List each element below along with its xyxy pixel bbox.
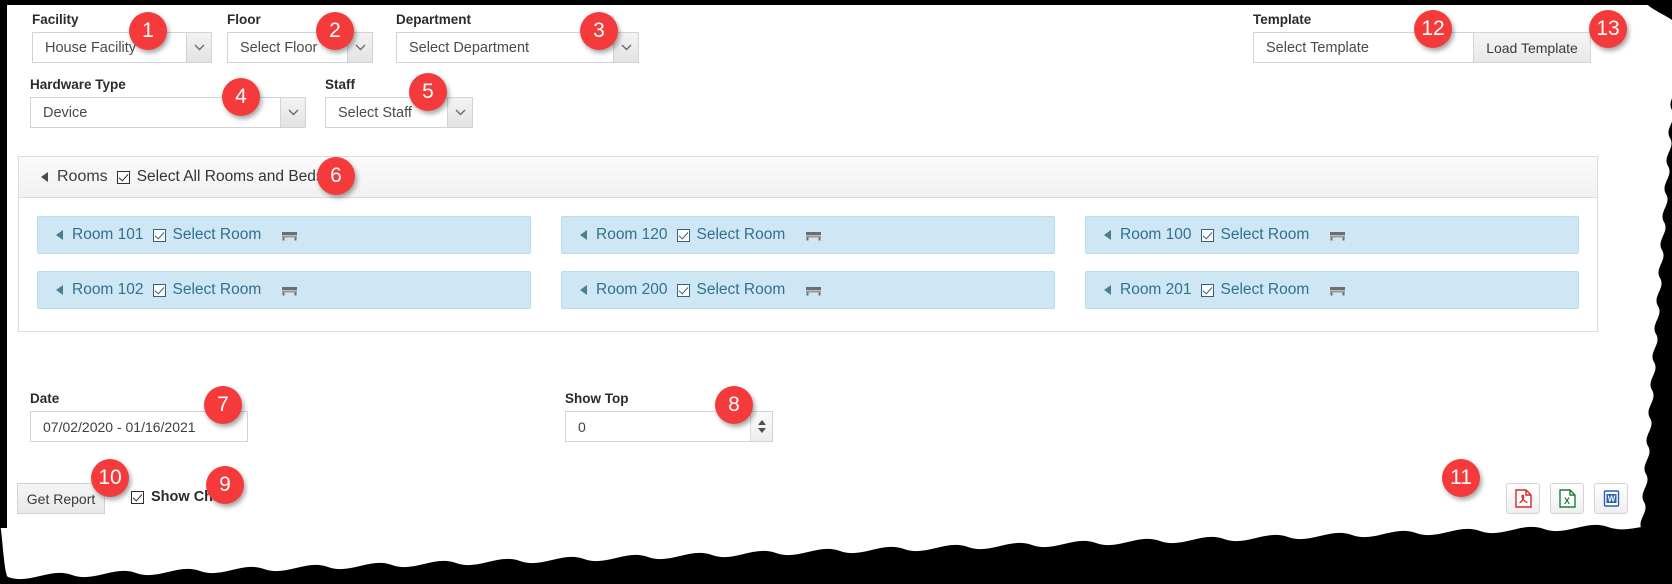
staff-select[interactable]: Select Staff bbox=[325, 97, 473, 128]
room-card[interactable]: Room 102 Select Room bbox=[37, 271, 531, 309]
hardware-type-label: Hardware Type bbox=[30, 77, 126, 92]
room-card[interactable]: Room 201 Select Room bbox=[1085, 271, 1579, 309]
room-name: Room 100 bbox=[1120, 226, 1192, 243]
stepper-down-icon[interactable] bbox=[757, 428, 766, 433]
svg-text:W: W bbox=[1607, 495, 1615, 504]
rooms-grid: Room 101 Select Room Room 120 Select Roo… bbox=[19, 198, 1597, 331]
facility-field-group: Facility House Facility bbox=[32, 12, 212, 63]
export-button-group: X W bbox=[1506, 483, 1628, 514]
get-report-button[interactable]: Get Report bbox=[17, 483, 105, 514]
select-room-checkbox[interactable] bbox=[1200, 283, 1214, 297]
select-room-label: Select Room bbox=[172, 226, 262, 243]
screenshot-top-border bbox=[0, 0, 1672, 5]
triangle-left-icon[interactable] bbox=[1104, 285, 1111, 295]
facility-select[interactable]: House Facility bbox=[32, 32, 212, 63]
triangle-left-icon[interactable] bbox=[56, 230, 63, 240]
annotation-badge-2: 2 bbox=[316, 12, 354, 50]
select-room-checkbox[interactable] bbox=[1200, 228, 1214, 242]
triangle-left-icon[interactable] bbox=[41, 172, 48, 182]
room-card[interactable]: Room 120 Select Room bbox=[561, 216, 1055, 254]
word-icon: W bbox=[1603, 490, 1619, 507]
pdf-icon bbox=[1514, 489, 1532, 508]
annotation-badge-5: 5 bbox=[409, 73, 447, 111]
bed-icon bbox=[806, 285, 822, 296]
room-name: Room 101 bbox=[72, 226, 144, 243]
template-label: Template bbox=[1253, 12, 1312, 27]
annotation-badge-12: 12 bbox=[1414, 10, 1452, 48]
annotation-badge-7: 7 bbox=[204, 386, 242, 424]
staff-field-group: Staff Select Staff bbox=[325, 77, 473, 128]
select-all-rooms-checkbox[interactable] bbox=[116, 170, 130, 184]
staff-label: Staff bbox=[325, 77, 355, 92]
template-select[interactable]: Select Template bbox=[1253, 32, 1503, 63]
template-field-group: Template Select Template bbox=[1253, 12, 1503, 63]
select-room-label: Select Room bbox=[696, 226, 786, 243]
annotation-badge-9: 9 bbox=[206, 466, 244, 504]
chevron-down-icon[interactable] bbox=[280, 98, 305, 127]
bed-icon bbox=[806, 230, 822, 241]
stepper-arrows[interactable] bbox=[750, 412, 772, 441]
select-room-checkbox[interactable] bbox=[152, 228, 166, 242]
room-card[interactable]: Room 100 Select Room bbox=[1085, 216, 1579, 254]
annotation-badge-11: 11 bbox=[1442, 459, 1480, 497]
annotation-badge-4: 4 bbox=[222, 78, 260, 116]
bed-icon bbox=[282, 230, 298, 241]
export-pdf-button[interactable] bbox=[1506, 483, 1540, 514]
annotation-badge-1: 1 bbox=[129, 12, 167, 50]
hardware-type-field-group: Hardware Type Device bbox=[30, 77, 306, 128]
torn-paper-bottom-edge bbox=[0, 524, 1672, 584]
export-word-button[interactable]: W bbox=[1594, 483, 1628, 514]
select-room-checkbox[interactable] bbox=[152, 283, 166, 297]
select-room-checkbox[interactable] bbox=[676, 283, 690, 297]
room-card[interactable]: Room 200 Select Room bbox=[561, 271, 1055, 309]
triangle-left-icon[interactable] bbox=[580, 285, 587, 295]
excel-icon: X bbox=[1558, 489, 1576, 508]
export-excel-button[interactable]: X bbox=[1550, 483, 1584, 514]
triangle-left-icon[interactable] bbox=[56, 285, 63, 295]
select-room-label: Select Room bbox=[1220, 226, 1310, 243]
triangle-left-icon[interactable] bbox=[1104, 230, 1111, 240]
load-template-button[interactable]: Load Template bbox=[1473, 32, 1591, 63]
chevron-down-icon[interactable] bbox=[447, 98, 472, 127]
annotation-badge-6: 6 bbox=[317, 157, 355, 195]
hardware-type-select[interactable]: Device bbox=[30, 97, 306, 128]
select-all-rooms-label: Select All Rooms and Beds bbox=[136, 168, 324, 185]
select-room-label: Select Room bbox=[1220, 281, 1310, 298]
select-room-checkbox[interactable] bbox=[676, 228, 690, 242]
report-filter-screen: Facility House Facility Floor Select Flo… bbox=[0, 0, 1672, 584]
select-room-label: Select Room bbox=[172, 281, 262, 298]
rooms-title: Rooms bbox=[57, 168, 108, 185]
select-room-label: Select Room bbox=[696, 281, 786, 298]
room-name: Room 201 bbox=[1120, 281, 1192, 298]
annotation-badge-3: 3 bbox=[580, 12, 618, 50]
annotation-badge-10: 10 bbox=[91, 459, 129, 497]
annotation-badge-13: 13 bbox=[1589, 10, 1627, 48]
bed-icon bbox=[1330, 230, 1346, 241]
facility-label: Facility bbox=[32, 12, 79, 27]
rooms-panel: Rooms Select All Rooms and Beds Room 101… bbox=[18, 156, 1598, 332]
svg-text:X: X bbox=[1563, 496, 1569, 506]
bed-icon bbox=[282, 285, 298, 296]
room-name: Room 200 bbox=[596, 281, 668, 298]
bed-icon bbox=[1330, 285, 1346, 296]
stepper-up-icon[interactable] bbox=[757, 420, 766, 425]
screenshot-left-border bbox=[0, 0, 7, 528]
room-name: Room 102 bbox=[72, 281, 144, 298]
annotation-badge-8: 8 bbox=[715, 386, 753, 424]
triangle-left-icon[interactable] bbox=[580, 230, 587, 240]
show-chart-checkbox[interactable] bbox=[131, 490, 144, 504]
chevron-down-icon[interactable] bbox=[186, 33, 211, 62]
room-card[interactable]: Room 101 Select Room bbox=[37, 216, 531, 254]
room-name: Room 120 bbox=[596, 226, 668, 243]
rooms-panel-header[interactable]: Rooms Select All Rooms and Beds bbox=[19, 157, 1597, 198]
